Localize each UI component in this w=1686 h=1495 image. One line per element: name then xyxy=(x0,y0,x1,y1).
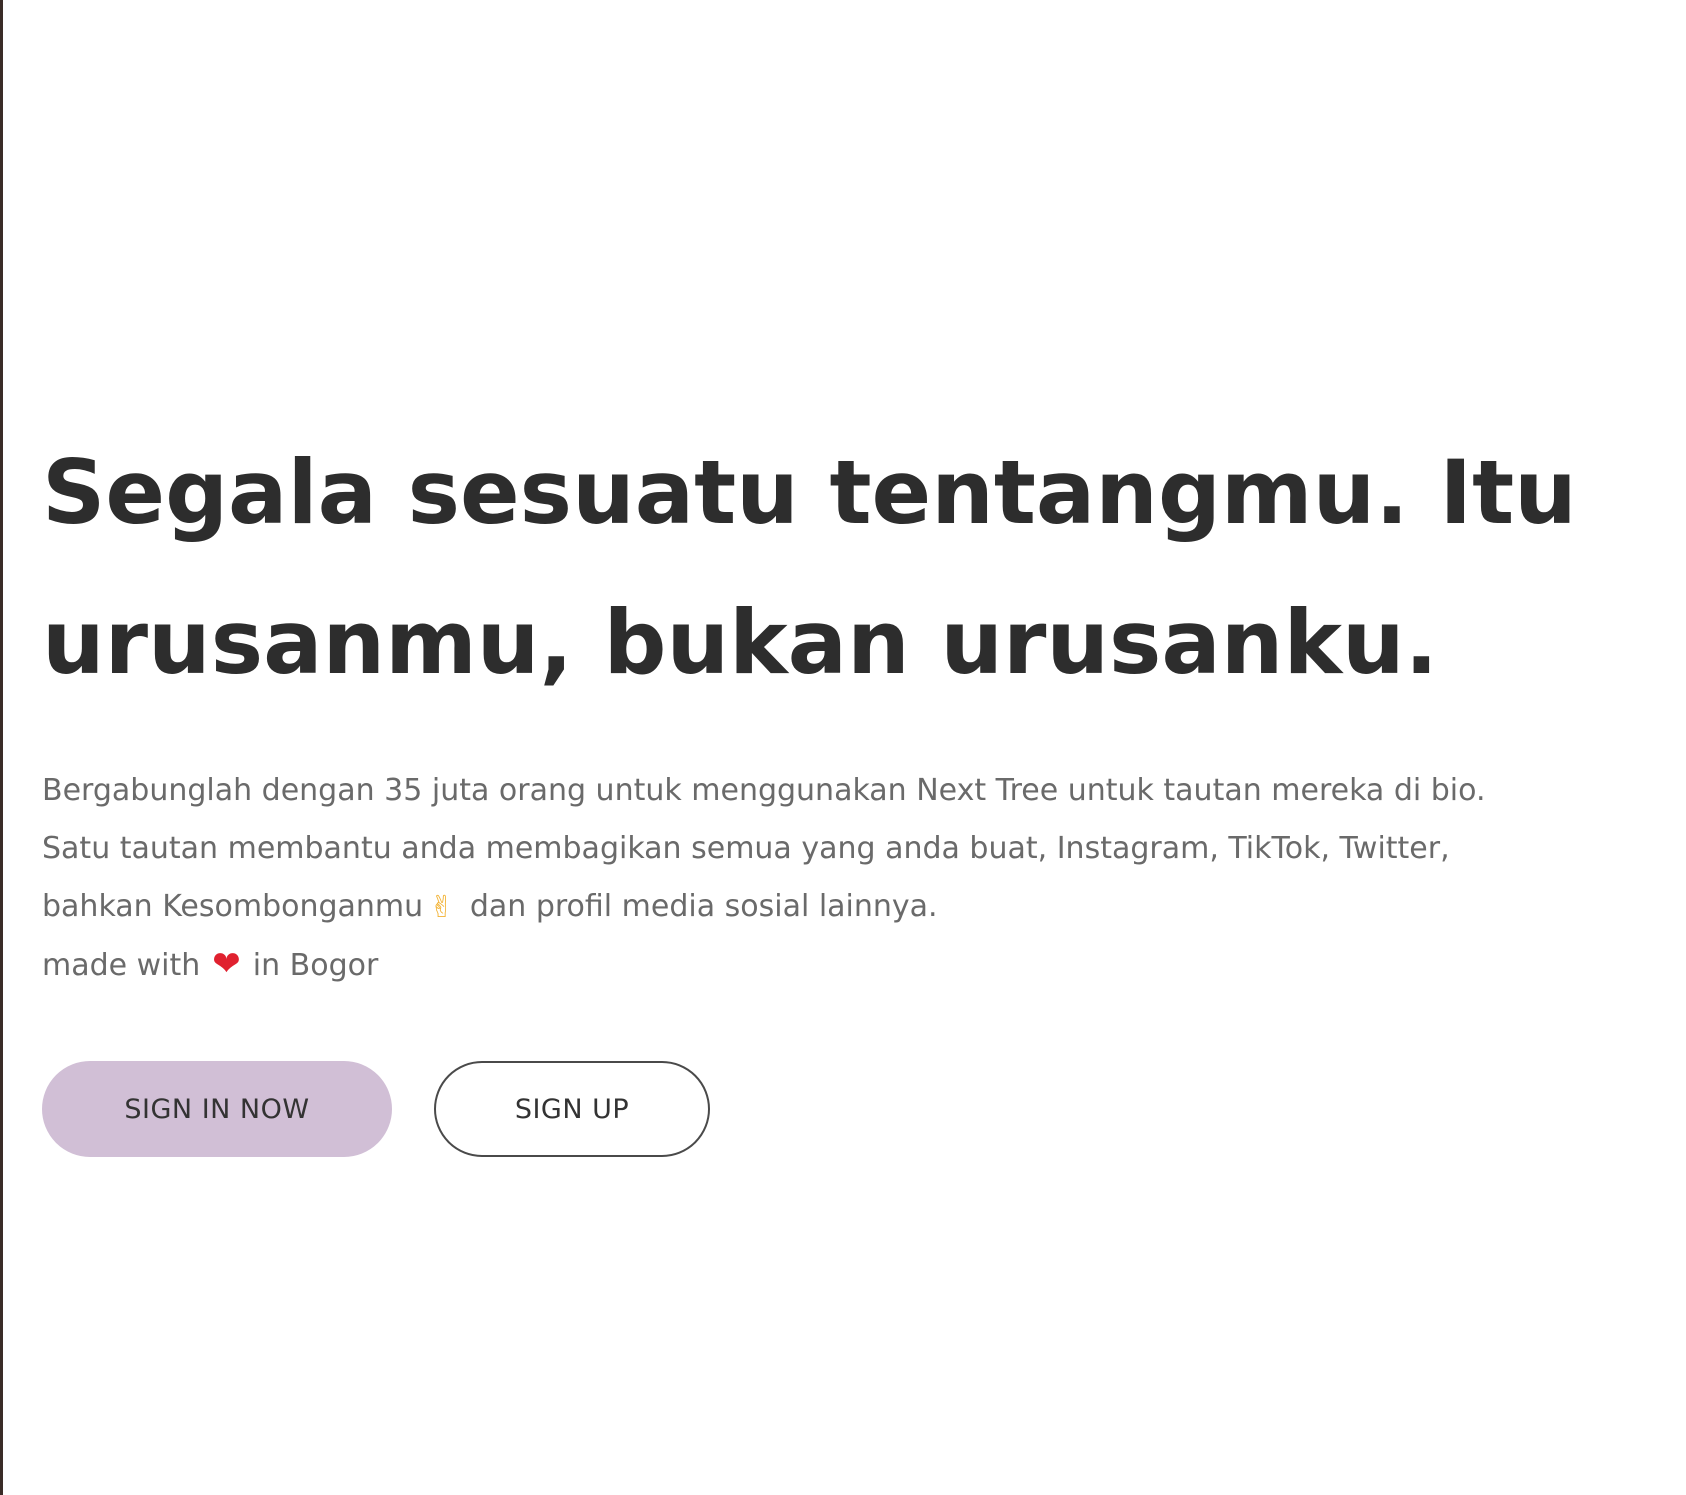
hero-headline: Segala sesuatu tentangmu. Itu urusanmu, … xyxy=(42,418,1642,718)
window-left-edge xyxy=(0,0,3,1495)
description-line-3-text: bahkan Kesombonganmu xyxy=(42,889,424,924)
made-with-location: in Bogor xyxy=(252,947,379,983)
sign-up-button[interactable]: SIGN UP xyxy=(434,1061,710,1157)
hero-description: Bergabunglah dengan 35 juta orang untuk … xyxy=(42,762,1662,995)
description-line-3: bahkan Kesombonganmu ✌ dan profil media s… xyxy=(42,878,1662,937)
hero-section: Segala sesuatu tentangmu. Itu urusanmu, … xyxy=(42,418,1642,1157)
made-with-text: made with xyxy=(42,947,201,983)
victory-hand-icon: ✌ xyxy=(429,889,455,925)
hero-headline-line-2: urusanmu, bukan urusanku. xyxy=(42,591,1439,694)
hero-buttons: SIGN IN NOW SIGN UP xyxy=(42,1061,1642,1157)
description-line-2: Satu tautan membantu anda membagikan sem… xyxy=(42,831,1450,866)
red-heart-icon: ❤ xyxy=(212,944,241,984)
made-with-line: made with ❤ in Bogor xyxy=(42,937,1662,996)
sign-in-now-button[interactable]: SIGN IN NOW xyxy=(42,1061,392,1157)
description-line-3-rest: dan profil media sosial lainnya. xyxy=(469,889,938,924)
description-line-1: Bergabunglah dengan 35 juta orang untuk … xyxy=(42,773,1486,808)
hero-headline-line-1: Segala sesuatu tentangmu. Itu xyxy=(42,441,1577,544)
